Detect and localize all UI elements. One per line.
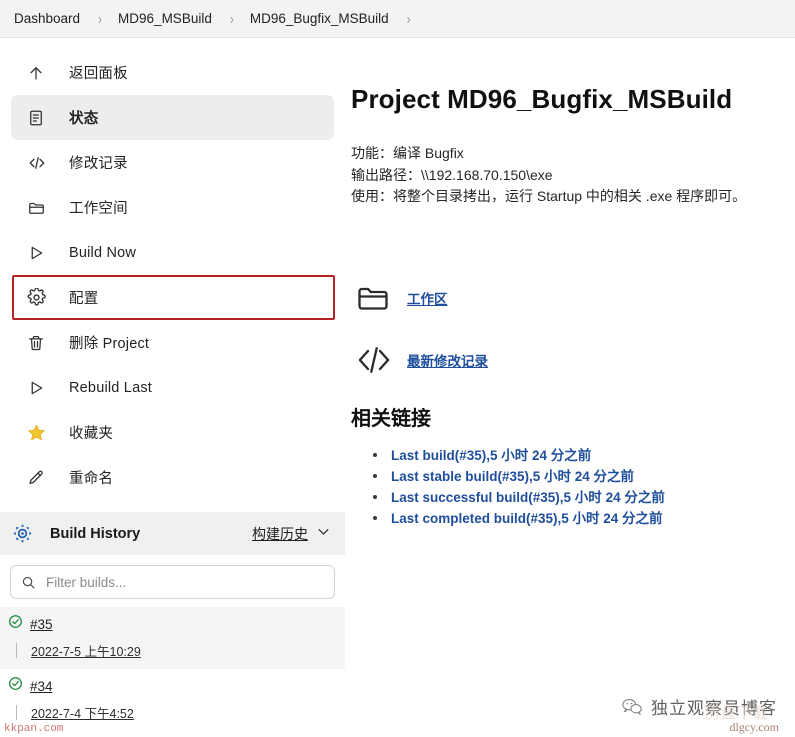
build-date-row: 2022-7-4 下午4:52 <box>8 703 335 722</box>
sidebar-item-label: Rebuild Last <box>69 379 153 396</box>
sidebar-item-label: 删除 Project <box>69 336 150 352</box>
build-filter-box[interactable] <box>10 565 335 599</box>
sidebar-item-label: Build Now <box>69 244 137 261</box>
sidebar-item-label: 返回面板 <box>69 66 128 82</box>
sidebar: 返回面板 状态 修改记录 工作空间 Build Now 配置 删除 Projec… <box>0 38 345 737</box>
search-input[interactable] <box>44 573 324 591</box>
quick-link-label[interactable]: 工作区 <box>407 288 448 308</box>
watermark-corner: kkpan.com <box>4 723 64 735</box>
build-timeline-bar <box>16 643 17 658</box>
sidebar-item-label: 配置 <box>69 291 99 307</box>
breadcrumb-item-parent-job[interactable]: MD96_MSBuild <box>116 11 214 26</box>
folder-icon <box>351 280 407 316</box>
build-filter-container <box>0 555 345 607</box>
sidebar-item-workspace[interactable]: 工作空间 <box>11 185 334 230</box>
wechat-logo-icon <box>621 697 643 716</box>
sidebar-item-build-now[interactable]: Build Now <box>11 230 334 275</box>
main-content: Project MD96_Bugfix_MSBuild 功能：编译 Bugfix… <box>345 38 795 737</box>
play-triangle-icon <box>27 377 53 399</box>
trash-icon <box>27 332 53 354</box>
arrow-up-icon <box>27 62 53 84</box>
build-number-link[interactable]: #34 <box>30 679 53 694</box>
sidebar-item-status[interactable]: 状态 <box>11 95 334 140</box>
chevron-down-icon[interactable] <box>316 524 331 544</box>
status-document-icon <box>27 107 53 129</box>
build-history-header: Build History 构建历史 <box>0 512 345 555</box>
build-date-row: 2022-7-5 上午10:29 <box>8 641 335 660</box>
related-link-last-successful-build[interactable]: Last successful build(#35),5 小时 24 分之前 <box>373 487 779 508</box>
sidebar-item-rename[interactable]: 重命名 <box>11 455 334 500</box>
build-status-success-icon <box>8 614 23 634</box>
sidebar-item-label: 状态 <box>69 111 99 127</box>
build-date-link[interactable]: 2022-7-4 下午4:52 <box>31 703 134 722</box>
project-description: 功能：编译 Bugfix 输出路径：\\192.168.70.150\exe 使… <box>351 143 779 208</box>
breadcrumb-item-current-job[interactable]: MD96_Bugfix_MSBuild <box>248 11 391 26</box>
quick-link-label[interactable]: 最新修改记录 <box>407 350 488 370</box>
sidebar-item-changes[interactable]: 修改记录 <box>11 140 334 185</box>
code-brackets-icon <box>27 152 53 174</box>
related-links-title: 相关链接 <box>351 407 431 430</box>
application-window: Dashboard › MD96_MSBuild › MD96_Bugfix_M… <box>0 0 795 737</box>
related-link-last-stable-build[interactable]: Last stable build(#35),5 小时 24 分之前 <box>373 466 779 487</box>
sidebar-item-configure[interactable]: 配置 <box>11 275 335 320</box>
breadcrumb-separator-icon: › <box>229 9 234 28</box>
build-history-link[interactable]: 构建历史 <box>252 524 308 544</box>
description-line: 功能：编译 Bugfix <box>351 145 464 161</box>
related-link-last-completed-build[interactable]: Last completed build(#35),5 小时 24 分之前 <box>373 508 779 529</box>
pencil-icon <box>27 467 53 489</box>
build-item-header: #34 <box>8 676 335 696</box>
related-links-list: Last build(#35),5 小时 24 分之前 Last stable … <box>351 445 779 529</box>
star-icon <box>27 422 53 444</box>
jenkins-build-icon <box>12 523 38 544</box>
breadcrumb-separator-icon[interactable]: › <box>407 10 411 28</box>
build-history-item[interactable]: #35 2022-7-5 上午10:29 <box>0 607 345 669</box>
build-date-link[interactable]: 2022-7-5 上午10:29 <box>31 641 141 660</box>
description-line: 输出路径：\\192.168.70.150\exe <box>351 166 553 183</box>
search-icon <box>21 575 36 590</box>
sidebar-item-label: 工作空间 <box>69 201 128 217</box>
breadcrumb: Dashboard › MD96_MSBuild › MD96_Bugfix_M… <box>0 0 795 38</box>
breadcrumb-separator-icon: › <box>98 9 103 28</box>
quick-link-workspace[interactable]: 工作区 <box>351 280 779 316</box>
sidebar-item-label: 收藏夹 <box>69 426 114 442</box>
build-history-actions: 构建历史 <box>252 524 331 544</box>
build-history-item[interactable]: #34 2022-7-4 下午4:52 <box>0 669 345 731</box>
folder-icon <box>27 197 53 219</box>
gear-icon <box>27 287 53 309</box>
description-line: 使用：将整个目录拷出，运行 Startup 中的相关 .exe 程序即可。 <box>351 188 747 204</box>
code-brackets-icon <box>351 342 407 378</box>
build-number-link[interactable]: #35 <box>30 617 53 632</box>
sidebar-item-favorites[interactable]: 收藏夹 <box>11 410 334 455</box>
build-history-title: Build History <box>50 525 141 542</box>
play-triangle-icon <box>27 242 53 264</box>
build-timeline-bar <box>16 705 17 720</box>
sidebar-item-label: 修改记录 <box>69 156 128 172</box>
page-body: 返回面板 状态 修改记录 工作空间 Build Now 配置 删除 Projec… <box>0 38 795 737</box>
related-link-last-build[interactable]: Last build(#35),5 小时 24 分之前 <box>373 445 779 466</box>
build-status-success-icon <box>8 676 23 696</box>
sidebar-item-rebuild-last[interactable]: Rebuild Last <box>11 365 334 410</box>
breadcrumb-item-dashboard[interactable]: Dashboard <box>12 11 82 26</box>
sidebar-item-back-to-dashboard[interactable]: 返回面板 <box>11 50 334 95</box>
sidebar-item-delete-project[interactable]: 删除 Project <box>11 320 334 365</box>
sidebar-item-label: 重命名 <box>69 471 114 487</box>
page-title: Project MD96_Bugfix_MSBuild <box>351 84 733 114</box>
quick-link-recent-changes[interactable]: 最新修改记录 <box>351 342 779 378</box>
build-item-header: #35 <box>8 614 335 634</box>
watermark-domain: dlgcy.com <box>729 720 779 734</box>
